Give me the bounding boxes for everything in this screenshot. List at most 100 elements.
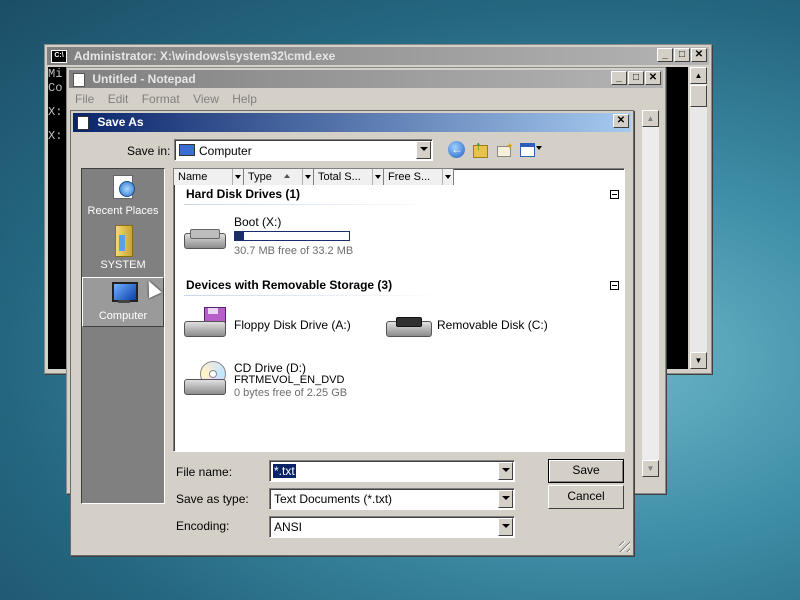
cmd-titlebar[interactable]: C:\ Administrator: X:\windows\system32\c… xyxy=(47,47,709,65)
column-type[interactable]: Type xyxy=(244,169,314,185)
place-label: Computer xyxy=(98,310,148,322)
computer-small-icon xyxy=(179,144,195,156)
chevron-down-icon[interactable] xyxy=(302,169,313,185)
notepad-close-button[interactable]: ✕ xyxy=(645,71,661,85)
drive-item-removable[interactable]: Removable Disk (C:) xyxy=(384,305,584,349)
sparkle-icon: ✦ xyxy=(506,141,514,151)
chevron-down-icon[interactable] xyxy=(372,169,383,185)
group-divider xyxy=(184,295,444,296)
cmd-scrollbar[interactable]: ▲ ▼ xyxy=(690,67,707,369)
recent-places-icon xyxy=(111,173,135,199)
cmd-app-icon: C:\ xyxy=(51,50,67,64)
place-label: Recent Places xyxy=(87,205,159,217)
notepad-maximize-button[interactable]: □ xyxy=(628,71,644,85)
resize-grip-icon[interactable] xyxy=(619,541,630,552)
place-recent-places[interactable]: Recent Places xyxy=(82,173,164,223)
save-as-type-value: Text Documents (*.txt) xyxy=(274,492,393,506)
views-icon xyxy=(520,143,535,157)
storage-bar-fill xyxy=(235,232,245,240)
menu-view[interactable]: View xyxy=(193,92,219,106)
place-system[interactable]: SYSTEM xyxy=(82,225,164,275)
floppy-drive-icon xyxy=(182,305,226,345)
cancel-button[interactable]: Cancel xyxy=(548,485,624,509)
places-bar: Recent Places SYSTEM Computer xyxy=(81,168,165,504)
encoding-value: ANSI xyxy=(274,520,303,534)
drive-name: CD Drive (D:) xyxy=(234,361,306,375)
group-header-removable: Devices with Removable Storage (3) xyxy=(186,278,393,292)
menu-format[interactable]: Format xyxy=(142,92,180,106)
sort-ascending-icon xyxy=(284,174,290,178)
save-as-close-button[interactable]: ✕ xyxy=(613,114,629,128)
back-arrow-icon: ← xyxy=(451,142,463,156)
save-as-title: Save As xyxy=(97,115,144,129)
drive-name: Floppy Disk Drive (A:) xyxy=(234,318,351,332)
save-as-app-icon xyxy=(77,115,89,130)
save-in-dropdown[interactable]: Computer xyxy=(174,139,433,161)
cmd-title: Administrator: X:\windows\system32\cmd.e… xyxy=(73,49,336,63)
views-menu-button[interactable] xyxy=(519,142,543,158)
save-in-label: Save in: xyxy=(127,144,171,158)
collapse-group-button[interactable] xyxy=(610,190,619,199)
notepad-menubar: File Edit Format View Help xyxy=(75,92,267,106)
file-name-label: File name: xyxy=(176,465,233,479)
notepad-scroll-down-button[interactable]: ▼ xyxy=(642,460,659,477)
drive-volume-label: FRTMEVOL_EN_DVD xyxy=(234,374,345,386)
chevron-down-icon[interactable] xyxy=(498,490,513,508)
notepad-scroll-up-button[interactable]: ▲ xyxy=(642,110,659,127)
drive-item-floppy[interactable]: Floppy Disk Drive (A:) xyxy=(182,305,382,349)
cmd-maximize-button[interactable]: □ xyxy=(674,48,690,62)
notepad-titlebar[interactable]: Untitled - Notepad xyxy=(69,70,663,88)
menu-file[interactable]: File xyxy=(75,92,94,106)
encoding-label: Encoding: xyxy=(176,519,230,533)
drive-item-cd[interactable]: CD Drive (D:) FRTMEVOL_EN_DVD 0 bytes fr… xyxy=(182,359,402,407)
column-headers: Name Type Total S... Free S... xyxy=(174,169,624,185)
cmd-scroll-up-button[interactable]: ▲ xyxy=(690,67,707,84)
cmd-scroll-thumb[interactable] xyxy=(690,85,707,107)
save-button[interactable]: Save xyxy=(548,459,624,483)
notepad-minimize-button[interactable]: _ xyxy=(611,71,627,85)
file-name-value[interactable]: *.txt xyxy=(273,464,296,478)
back-button[interactable]: ← xyxy=(448,141,465,158)
notepad-title: Untitled - Notepad xyxy=(92,72,196,86)
cmd-close-button[interactable]: ✕ xyxy=(691,48,707,62)
group-divider xyxy=(184,204,444,205)
notepad-app-icon xyxy=(73,72,85,87)
folder-icon xyxy=(112,225,134,257)
cmd-scroll-down-button[interactable]: ▼ xyxy=(690,352,707,369)
storage-bar xyxy=(234,231,350,241)
save-as-type-label: Save as type: xyxy=(176,492,249,506)
column-name[interactable]: Name xyxy=(174,169,244,185)
drive-name: Removable Disk (C:) xyxy=(437,318,548,332)
drive-name: Boot (X:) xyxy=(234,215,282,229)
hard-disk-icon xyxy=(182,227,226,253)
save-as-titlebar[interactable]: Save As xyxy=(73,113,631,132)
chevron-down-icon[interactable] xyxy=(442,169,453,185)
group-header-hard-disks: Hard Disk Drives (1) xyxy=(186,187,301,201)
place-label: SYSTEM xyxy=(100,259,146,271)
collapse-group-button[interactable] xyxy=(610,281,619,290)
chevron-down-icon[interactable] xyxy=(498,462,513,480)
chevron-down-icon[interactable] xyxy=(498,518,513,536)
save-as-dialog[interactable]: Save As ✕ Save in: Computer ← ↑ ✦ Recent… xyxy=(70,110,634,556)
chevron-down-icon[interactable] xyxy=(416,141,431,159)
menu-edit[interactable]: Edit xyxy=(108,92,129,106)
drive-item-boot[interactable]: Boot (X:) 30.7 MB free of 33.2 MB xyxy=(182,215,372,259)
chevron-down-icon xyxy=(536,146,542,150)
cmd-minimize-button[interactable]: _ xyxy=(657,48,673,62)
notepad-scrollbar[interactable]: ▲ ▼ xyxy=(642,110,659,477)
column-free-space[interactable]: Free S... xyxy=(384,169,454,185)
file-name-combobox[interactable]: *.txt xyxy=(269,460,515,482)
new-folder-button[interactable]: ✦ xyxy=(495,141,514,158)
chevron-down-icon[interactable] xyxy=(232,169,243,185)
column-total-size[interactable]: Total S... xyxy=(314,169,384,185)
encoding-dropdown[interactable]: ANSI xyxy=(269,516,515,538)
up-folder-button[interactable]: ↑ xyxy=(471,138,489,158)
menu-help[interactable]: Help xyxy=(232,92,257,106)
file-list[interactable]: Name Type Total S... Free S... Hard Disk… xyxy=(173,168,625,452)
cd-drive-icon xyxy=(182,359,228,405)
drive-detail: 0 bytes free of 2.25 GB xyxy=(234,387,348,399)
drive-detail: 30.7 MB free of 33.2 MB xyxy=(234,245,354,257)
up-arrow-icon: ↑ xyxy=(475,138,482,153)
save-as-type-dropdown[interactable]: Text Documents (*.txt) xyxy=(269,488,515,510)
computer-icon xyxy=(108,280,138,308)
